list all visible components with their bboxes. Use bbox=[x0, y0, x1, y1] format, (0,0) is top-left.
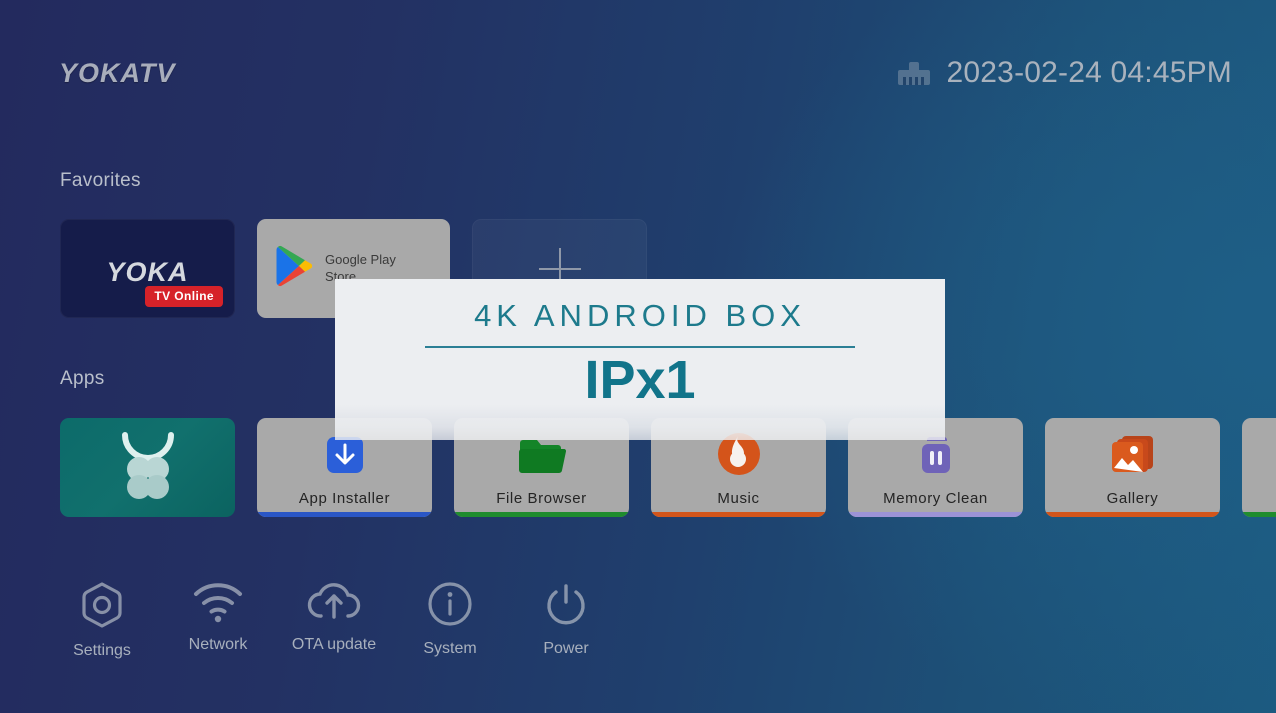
photo-stack-icon bbox=[1110, 433, 1156, 482]
system-item-network[interactable]: Network bbox=[176, 580, 260, 660]
system-label-settings: Settings bbox=[73, 642, 131, 659]
favorites-section-label: Favorites bbox=[60, 170, 141, 191]
app-label-memory-clean: Memory Clean bbox=[883, 490, 988, 507]
system-item-settings[interactable]: Settings bbox=[60, 580, 144, 660]
system-item-power[interactable]: Power bbox=[524, 580, 608, 660]
app-tile-gallery[interactable]: Gallery bbox=[1045, 418, 1220, 517]
ethernet-icon bbox=[894, 57, 934, 89]
trash-can-icon bbox=[916, 433, 956, 482]
promo-model-name: IPx1 bbox=[584, 350, 696, 410]
tile-accent-bar bbox=[257, 512, 432, 517]
datetime-display: 2023-02-24 04:45PM bbox=[946, 56, 1232, 89]
system-row: Settings Network OTA update System Power bbox=[60, 580, 608, 660]
tile-accent-bar bbox=[1045, 512, 1220, 517]
app-label-music: Music bbox=[717, 490, 760, 507]
tile-accent-bar bbox=[848, 512, 1023, 517]
system-label-network: Network bbox=[188, 636, 248, 653]
yoka-wordmark: YOKA bbox=[106, 257, 189, 287]
google-play-icon bbox=[275, 245, 313, 292]
yoka-tv-online-badge: TV Online bbox=[145, 286, 223, 307]
brand-logo: YOKATV bbox=[59, 58, 176, 88]
wifi-icon bbox=[192, 580, 244, 624]
tile-accent-bar bbox=[1242, 512, 1276, 517]
app-label-app-installer: App Installer bbox=[298, 490, 391, 507]
android-tv-launcher: YOKATV 2023-02-24 04:45PM Favorites YOKA… bbox=[0, 0, 1276, 713]
app-label-file-browser: File Browser bbox=[496, 490, 587, 507]
app-store-bag-icon bbox=[109, 431, 187, 504]
tile-accent-bar bbox=[454, 512, 629, 517]
system-item-system[interactable]: System bbox=[408, 580, 492, 660]
tile-accent-bar bbox=[651, 512, 826, 517]
app-label-gallery: Gallery bbox=[1106, 490, 1159, 507]
system-label-system: System bbox=[423, 640, 477, 657]
download-box-icon bbox=[323, 433, 367, 482]
gear-hexagon-icon bbox=[77, 580, 127, 630]
system-item-ota-update[interactable]: OTA update bbox=[292, 580, 376, 660]
status-bar: 2023-02-24 04:45PM bbox=[894, 56, 1232, 90]
system-label-power: Power bbox=[543, 640, 589, 657]
system-label-ota-update: OTA update bbox=[291, 636, 377, 653]
power-icon bbox=[542, 580, 590, 628]
app-tile-partial[interactable] bbox=[1242, 418, 1276, 517]
folder-icon bbox=[517, 435, 567, 482]
apps-section-label: Apps bbox=[60, 368, 105, 389]
favorite-tile-yoka[interactable]: YOKA TV Online bbox=[60, 219, 235, 318]
promo-headline: 4K ANDROID BOX bbox=[474, 298, 806, 333]
info-circle-icon bbox=[426, 580, 474, 628]
promo-banner: 4K ANDROID BOX IPx1 bbox=[335, 279, 945, 440]
promo-divider bbox=[425, 346, 855, 348]
cloud-upload-icon bbox=[306, 580, 362, 624]
app-tile-app-store[interactable] bbox=[60, 418, 235, 517]
